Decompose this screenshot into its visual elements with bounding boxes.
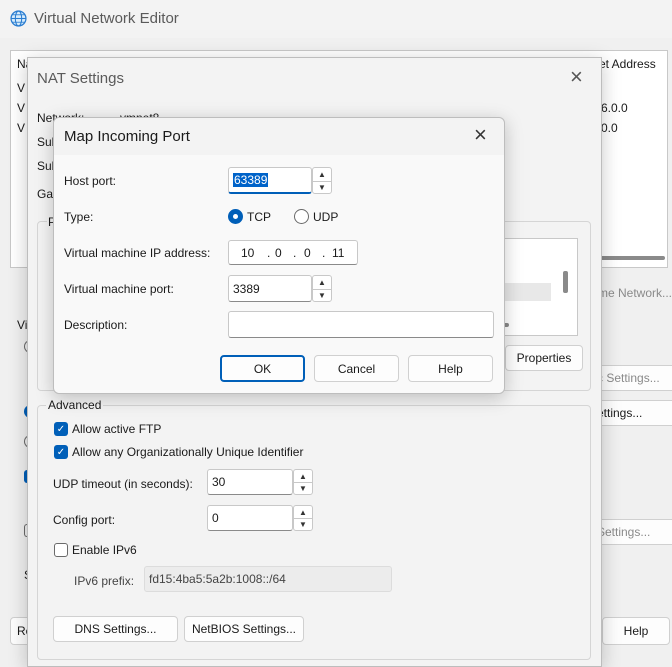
- description-label: Description:: [64, 318, 128, 332]
- nat-dialog-title: NAT Settings: [37, 70, 124, 87]
- cancel-button[interactable]: Cancel: [314, 355, 399, 382]
- allow-ftp-checkbox[interactable]: ✓: [54, 422, 68, 436]
- ip-octet-3[interactable]: 0: [304, 246, 311, 260]
- vm-port-field[interactable]: 3389: [228, 275, 312, 302]
- host-port-stepper[interactable]: ▲ ▼: [312, 167, 332, 194]
- spin-up-icon[interactable]: ▲: [294, 506, 312, 518]
- ok-button-label: OK: [253, 361, 272, 376]
- spin-up-icon[interactable]: ▲: [313, 276, 331, 289]
- allow-oui-label[interactable]: Allow any Organizationally Unique Identi…: [72, 445, 303, 459]
- udp-radio-label[interactable]: UDP: [313, 210, 338, 224]
- vm-port-stepper[interactable]: ▲ ▼: [312, 275, 332, 302]
- close-icon[interactable]: ×: [474, 122, 487, 148]
- ip-dot: .: [293, 246, 297, 260]
- netbios-settings-button-label: NetBIOS Settings...: [191, 622, 297, 636]
- dns-settings-button-label: DNS Settings...: [74, 622, 157, 636]
- type-label: Type:: [64, 210, 94, 224]
- list-row-prefix[interactable]: V: [17, 81, 25, 95]
- main-window-title: Virtual Network Editor: [34, 10, 179, 27]
- vmnet-info-group-label: Vi: [17, 318, 28, 332]
- nat-settings-button[interactable]: c Settings...: [596, 365, 672, 391]
- spin-up-icon[interactable]: ▲: [294, 470, 312, 482]
- spin-down-icon[interactable]: ▼: [313, 180, 331, 194]
- ip-octet-4[interactable]: 11: [332, 246, 344, 260]
- spin-down-icon[interactable]: ▼: [294, 518, 312, 530]
- list-row-prefix[interactable]: V: [17, 101, 25, 115]
- udp-timeout-field[interactable]: 30: [207, 469, 293, 495]
- properties-button-label: Properties: [516, 351, 572, 365]
- ip-dot: .: [322, 246, 326, 260]
- properties-button[interactable]: Properties: [505, 345, 583, 371]
- vm-port-label: Virtual machine port:: [64, 282, 174, 296]
- globe-icon: [10, 10, 27, 27]
- ok-button[interactable]: OK: [220, 355, 305, 382]
- help-button-label: Help: [438, 361, 463, 376]
- ip-octet-2[interactable]: 0: [275, 246, 282, 260]
- ipv6-prefix-label: IPv6 prefix:: [74, 574, 135, 588]
- close-icon[interactable]: ×: [570, 64, 583, 90]
- list-header-subnet[interactable]: et Address: [599, 57, 656, 71]
- tcp-radio[interactable]: [228, 209, 243, 224]
- list-h-scrollbar[interactable]: [595, 256, 665, 260]
- spin-down-icon[interactable]: ▼: [313, 288, 331, 302]
- list-v-scrollbar[interactable]: [563, 271, 568, 293]
- nat-settings-button-label: c Settings...: [597, 371, 660, 385]
- spin-down-icon[interactable]: ▼: [294, 482, 312, 494]
- rename-network-button[interactable]: me Network...: [598, 286, 672, 300]
- vm-ip-field[interactable]: 10 . 0 . 0 . 11: [228, 240, 358, 265]
- udp-timeout-stepper[interactable]: ▲ ▼: [293, 469, 313, 495]
- vm-ip-label: Virtual machine IP address:: [64, 246, 211, 260]
- config-port-field[interactable]: 0: [207, 505, 293, 531]
- host-port-label: Host port:: [64, 174, 117, 188]
- advanced-group: Advanced ✓ Allow active FTP ✓ Allow any …: [37, 398, 591, 660]
- config-port-label: Config port:: [53, 513, 116, 527]
- allow-oui-checkbox[interactable]: ✓: [54, 445, 68, 459]
- map-port-dialog-title: Map Incoming Port: [64, 128, 190, 145]
- list-row-subnet[interactable]: 0.0: [601, 121, 618, 135]
- cancel-button-label: Cancel: [337, 361, 376, 376]
- ip-dot: .: [267, 246, 271, 260]
- dhcp-settings-button-label: ettings...: [597, 406, 643, 420]
- dhcp-settings-button[interactable]: ettings...: [596, 400, 672, 426]
- enable-ipv6-checkbox[interactable]: [54, 543, 68, 557]
- netbios-settings-button[interactable]: NetBIOS Settings...: [184, 616, 304, 642]
- description-field[interactable]: [228, 311, 494, 338]
- tcp-radio-label[interactable]: TCP: [247, 210, 271, 224]
- ipv6-prefix-field: fd15:4ba5:5a2b:1008::/64: [144, 566, 392, 592]
- dns-settings-button[interactable]: DNS Settings...: [53, 616, 178, 642]
- host-port-field[interactable]: 63389: [228, 167, 312, 194]
- other-settings-button[interactable]: Settings...: [596, 519, 672, 545]
- other-settings-button-label: Settings...: [597, 525, 651, 539]
- spin-up-icon[interactable]: ▲: [313, 168, 331, 181]
- udp-radio[interactable]: [294, 209, 309, 224]
- host-port-value: 63389: [233, 173, 269, 187]
- main-help-button[interactable]: Help: [602, 617, 670, 645]
- udp-timeout-label: UDP timeout (in seconds):: [53, 477, 193, 491]
- help-button[interactable]: Help: [408, 355, 493, 382]
- allow-ftp-label[interactable]: Allow active FTP: [72, 422, 161, 436]
- main-help-button-label: Help: [623, 624, 649, 638]
- map-incoming-port-dialog: Map Incoming Port × Host port: 63389 ▲ ▼…: [53, 117, 505, 394]
- list-row-prefix[interactable]: V: [17, 121, 25, 135]
- list-row-subnet[interactable]: 6.0.0: [601, 101, 628, 115]
- config-port-stepper[interactable]: ▲ ▼: [293, 505, 313, 531]
- enable-ipv6-label[interactable]: Enable IPv6: [72, 543, 137, 557]
- advanced-group-label: Advanced: [46, 398, 104, 412]
- ip-octet-1[interactable]: 10: [241, 246, 254, 260]
